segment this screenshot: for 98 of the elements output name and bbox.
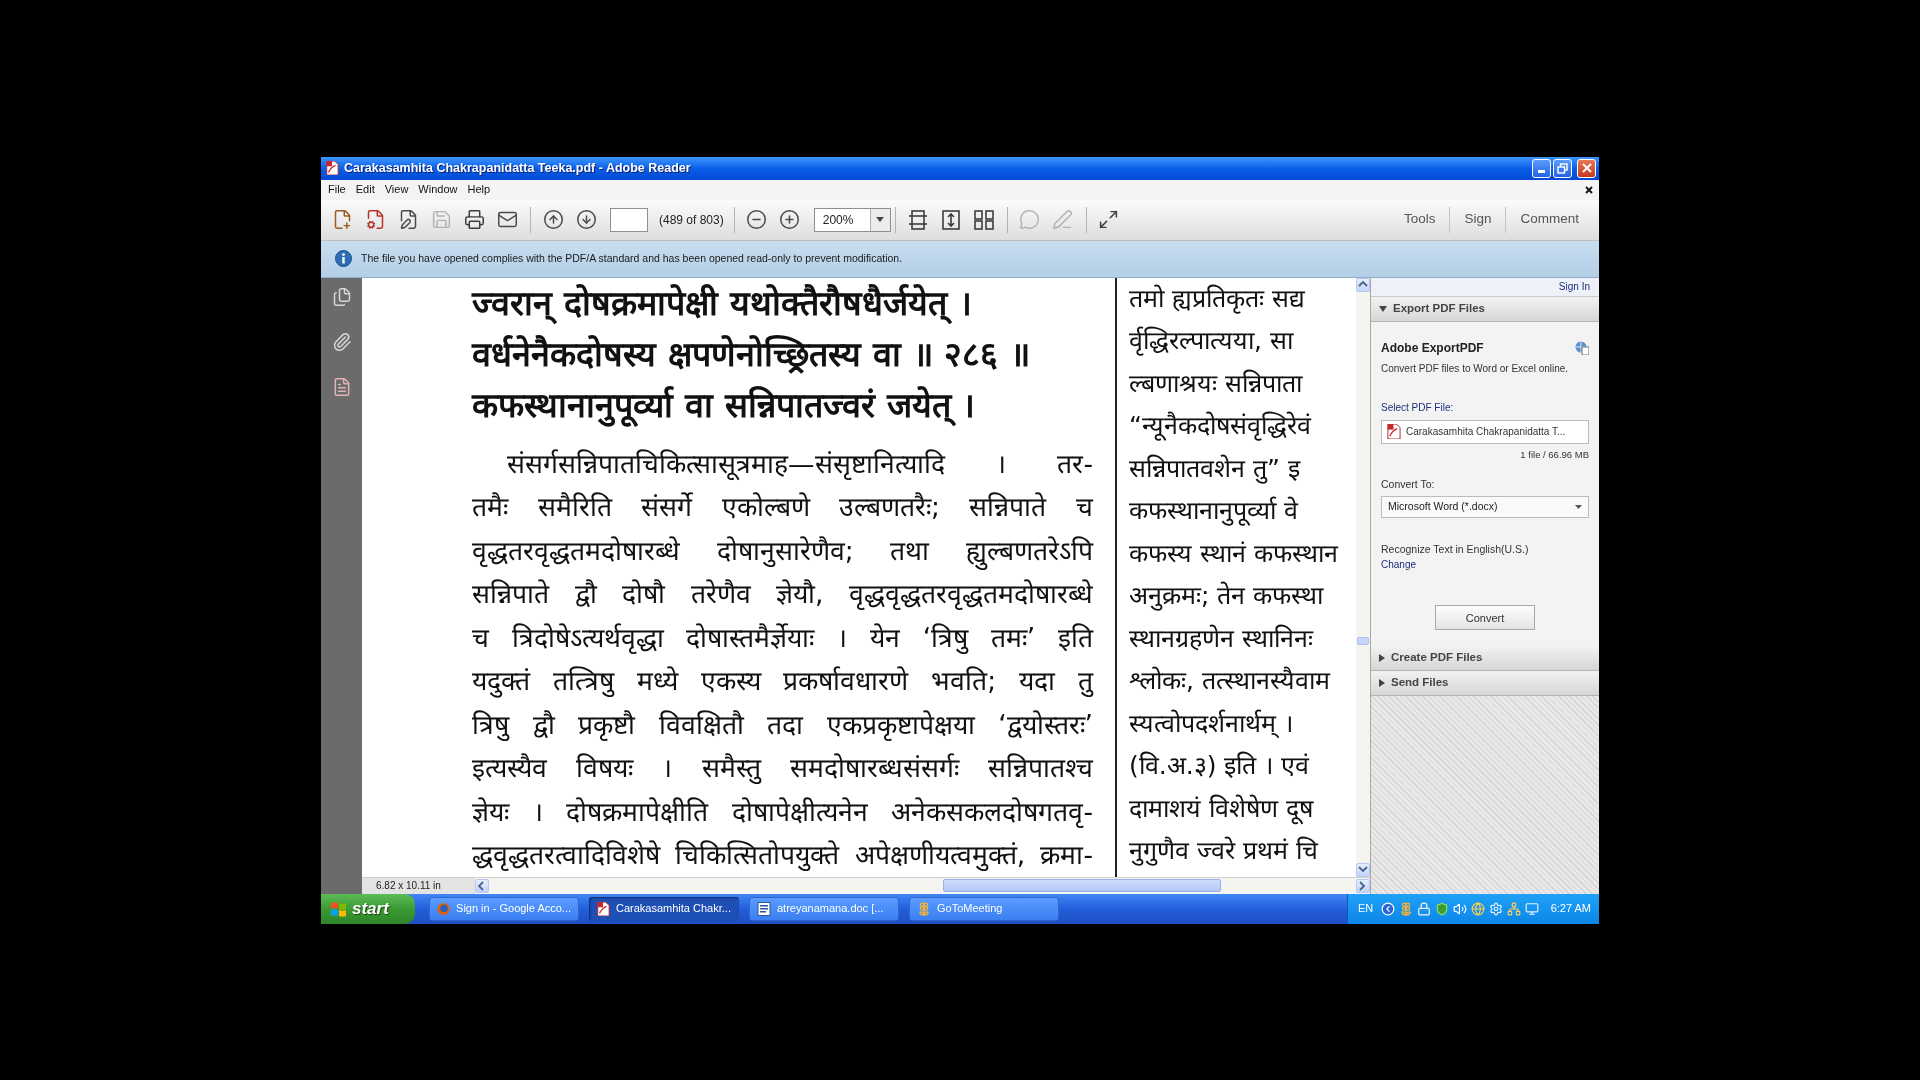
info-message: The file you have opened complies with the PDF/A standard and has been opened read-only to prevent modification. xyxy=(361,250,903,266)
commentary-line: ज्ञेयः । दोषक्रमापेक्षीति दोषापेक्षीत्यनेन अनेकसकलदोषगतवृ- xyxy=(472,794,1093,830)
zoom-out-icon xyxy=(746,209,768,230)
fit-page-icon xyxy=(940,209,961,230)
text-line: कफस्य स्थानं कफस्थान xyxy=(1129,537,1338,570)
ocr-language-text: Recognize Text in English(U.S.) xyxy=(1381,541,1530,557)
text-line: अनुक्रमः; तेन कफस्था xyxy=(1129,580,1325,613)
zoom-dropdown[interactable]: 200% xyxy=(813,207,891,232)
text-line: दामाशयं विशेषेण दूष xyxy=(1129,792,1315,827)
horizontal-scrollbar[interactable] xyxy=(475,877,1370,894)
globe-document-icon xyxy=(1575,340,1589,355)
text-line: ल्बणाश्रयः सन्निपाता xyxy=(1129,367,1304,400)
page-number-field[interactable] xyxy=(610,207,648,232)
start-button[interactable]: start xyxy=(321,893,415,924)
commentary-line: त्रिषु द्वौ प्रकृष्टौ विवक्षितौ तदा एकप्रकृष्टापेक्षया ‘द्वयोस्तरः’ xyxy=(472,707,1093,743)
speaker-icon[interactable] xyxy=(1453,901,1468,916)
chevron-left-icon[interactable] xyxy=(1381,901,1396,916)
page-size-label: 6.82 x 10.11 in xyxy=(362,877,475,894)
close-icon[interactable] xyxy=(1585,185,1593,194)
file-icon xyxy=(596,901,610,916)
document-icon xyxy=(757,901,771,916)
menu-item[interactable]: Help xyxy=(462,179,496,200)
close-icon xyxy=(1581,163,1592,173)
restore-button[interactable] xyxy=(1553,158,1572,178)
verse-line: वर्धनेनैकदोषस्य क्षपणेनोच्छ्रितस्य वा ॥ २८६ ॥ xyxy=(472,332,1032,376)
file-field[interactable]: Carakasamhita Chakrapanidatta T... xyxy=(1381,419,1589,444)
minimize-icon xyxy=(1538,169,1545,173)
sign-in-link[interactable]: Sign In xyxy=(1558,279,1590,294)
commentary-line: इत्यस्यैव विषयः । समैस्तु समदोषारब्धसंसर्गः सन्निपातश्च xyxy=(472,751,1093,786)
menu-item[interactable]: Window xyxy=(413,179,463,200)
paperclip-icon[interactable] xyxy=(331,331,352,352)
menu-item[interactable]: File xyxy=(323,179,351,200)
printer-icon xyxy=(463,209,485,230)
file-gear-icon xyxy=(364,209,386,230)
text-line: श्लोकः, तत्स्थानस्यैवाम xyxy=(1129,665,1332,697)
text-line: कफस्थानानुपूर्व्या वे xyxy=(1129,495,1300,528)
minimize-button[interactable] xyxy=(1532,158,1551,178)
close-button[interactable] xyxy=(1577,158,1596,178)
pane-tab[interactable]: Sign xyxy=(1450,199,1506,240)
caret-icon xyxy=(1575,504,1582,509)
caret-icon xyxy=(869,208,890,231)
menu-item[interactable]: Edit xyxy=(350,179,380,200)
text-line: र्वृद्धिरल्पात्यया, सा xyxy=(1129,325,1295,358)
info-icon xyxy=(335,250,352,267)
four-pages-icon xyxy=(973,209,994,230)
file-icon xyxy=(325,161,339,175)
service-description: Convert PDF files to Word or Excel online. xyxy=(1381,361,1570,376)
text-line: (वि.अ.३) इति । एवं xyxy=(1129,750,1311,782)
section-header[interactable]: Create PDF Files xyxy=(1371,645,1599,671)
gear-icon[interactable] xyxy=(1489,901,1504,916)
clock: 6:27 AM xyxy=(1550,901,1591,917)
scroll-page-icon xyxy=(907,209,928,230)
pane-tab[interactable]: Comment xyxy=(1506,199,1593,240)
menu-item[interactable]: View xyxy=(379,179,414,200)
commentary-line: संसर्गसन्निपातचिकित्सासूत्रमाह—संसृष्टानित्यादि । तर- xyxy=(506,446,1093,482)
text-line: स्थानग्रहणेन स्थानिनः xyxy=(1129,622,1315,655)
section-header[interactable]: Export PDF Files xyxy=(1371,296,1599,322)
text-line: तमो ह्यप्रतिकृतः सद्य xyxy=(1129,282,1306,316)
flower-icon xyxy=(917,901,931,916)
convert-label: Convert To: xyxy=(1381,476,1436,492)
text-line: नुगुणैव ज्वरे प्रथमं चि xyxy=(1129,835,1320,868)
zoom-in-icon xyxy=(779,209,801,230)
format-dropdown[interactable]: Microsoft Word (*.docx) xyxy=(1381,495,1589,518)
pane-tab[interactable]: Tools xyxy=(1389,199,1450,240)
file-label: Select PDF File: xyxy=(1381,400,1455,415)
file-size: 1 file / 66.96 MB xyxy=(1520,447,1589,462)
commentary-line: वृद्धतरवृद्धतमदोषारब्धे दोषानुसारेणैव; तथा ह्युल्बणतरेऽपि xyxy=(472,528,1093,572)
section-header[interactable]: Send Files xyxy=(1371,670,1599,696)
pen-icon xyxy=(1052,209,1074,230)
speech-bubble-icon xyxy=(1019,209,1041,230)
verse-line: कफस्थानानुपूर्व्या वा सन्निपातज्वरं जयेत् । xyxy=(472,383,977,429)
pages-icon[interactable] xyxy=(331,286,352,307)
convert-button[interactable]: Convert xyxy=(1435,605,1535,631)
text-line: स्यत्वोपदर्शनार्थम् । xyxy=(1129,707,1294,740)
scrollbar-thumb[interactable] xyxy=(943,879,1221,892)
commentary-line: तमैः समैरिति संसर्गे एकोल्बणे उल्बणतरैः; सन्निपाते च xyxy=(472,490,1093,524)
file-icon xyxy=(1386,424,1401,439)
page-count: (489 of 803) xyxy=(658,211,725,229)
globe-icon xyxy=(437,901,451,916)
flag-icon xyxy=(330,900,347,917)
verse-line: ज्वरान् दोषक्रमापेक्षी यथोक्तैरौषधैर्जयेत् । xyxy=(472,281,973,326)
taskbar-button[interactable]: Carakasamhita Chakr... xyxy=(589,896,739,921)
service-heading: Adobe ExportPDF xyxy=(1381,339,1484,357)
scrollbar-thumb[interactable] xyxy=(1357,636,1369,645)
expand-icon xyxy=(1098,209,1120,230)
vertical-scrollbar[interactable] xyxy=(1356,277,1370,877)
envelope-icon xyxy=(496,209,518,230)
lock-icon[interactable] xyxy=(1417,901,1432,916)
monitor-icon[interactable] xyxy=(1525,901,1540,916)
restore-icon xyxy=(1557,162,1568,174)
text-line: सन्निपातवशेन तु” इ xyxy=(1129,452,1302,486)
window-title: Carakasamhita Chakrapanidatta Teeka.pdf - Adobe Reader xyxy=(344,159,691,177)
commentary-line: च त्रिदोषेऽत्यर्थवृद्धा दोषास्तमैर्ज्ञेयाः । येन ‘त्रिषु तमः’ इति xyxy=(472,620,1093,656)
commentary-line: सन्निपाते द्वौ दोषौ तरेणैव ज्ञेयौ, वृद्धवृद्धतरवृद्धतमदोषारब्धे xyxy=(472,577,1093,612)
change-link[interactable]: Change xyxy=(1381,557,1417,573)
commentary-line: द्धवृद्धतरत्वादिविशेषे चिकित्सितोपयुक्ते अपेक्षणीयत्वमुक्तं, क्रमा- xyxy=(472,838,1093,873)
text-line: “न्यूनैकदोषसंवृद्धिरेवं xyxy=(1129,410,1313,443)
commentary-line: यदुक्तं तत्त्रिषु मध्ये एकस्य प्रकर्षावधारणे भवति; यदा तु xyxy=(472,664,1093,700)
